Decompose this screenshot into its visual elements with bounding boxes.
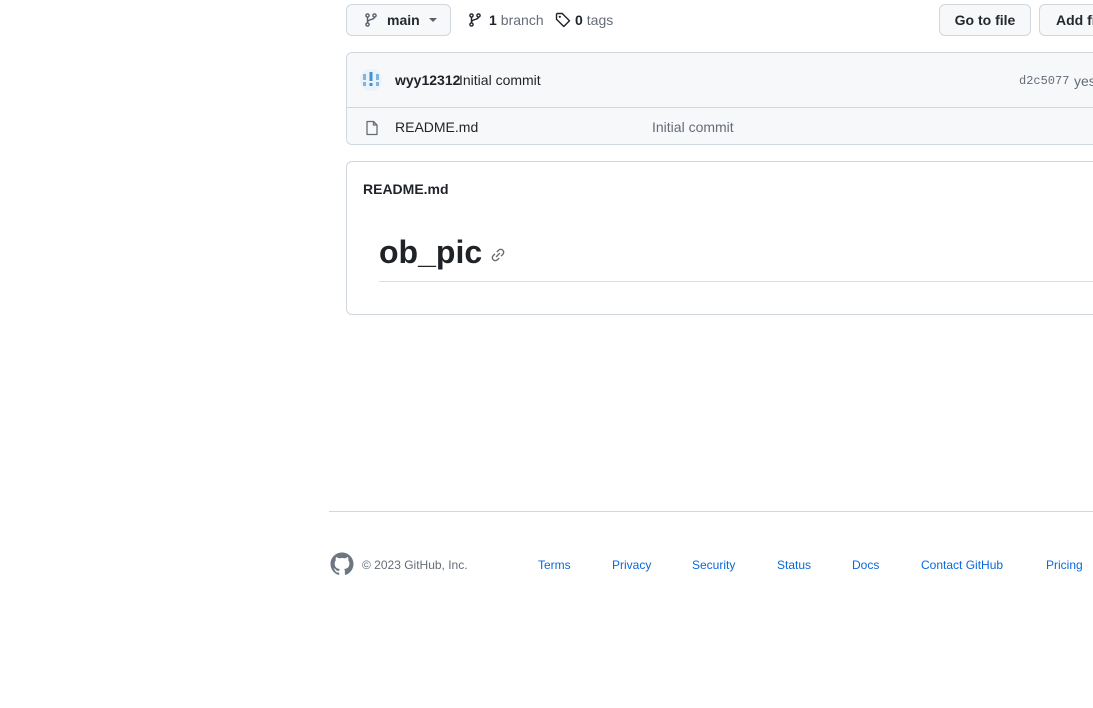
readme-title: ob_pic (379, 234, 483, 270)
branch-selector-button[interactable]: main (346, 4, 451, 36)
file-browser: wyy12312 Initial commit d2c5077 yesterda… (346, 52, 1093, 145)
tags-label: tags (586, 12, 614, 28)
footer-link-status[interactable]: Status (777, 558, 811, 572)
file-row: README.md Initial commit (347, 108, 1093, 144)
branch-icon (469, 13, 481, 27)
go-to-file-label: Go to file (954, 12, 1016, 28)
caret-down-icon (428, 18, 437, 22)
add-file-label: Add file (1056, 12, 1093, 28)
avatar[interactable] (360, 69, 382, 91)
branches-label: branch (500, 12, 544, 28)
footer-link-terms[interactable]: Terms (538, 558, 571, 572)
footer-link-docs[interactable]: Docs (852, 558, 879, 572)
tags-link[interactable]: 0 tags (555, 11, 613, 29)
footer-copyright: © 2023 GitHub, Inc. (362, 558, 468, 572)
footer-divider (329, 511, 1093, 512)
go-to-file-button[interactable]: Go to file (939, 4, 1031, 36)
file-commit-message[interactable]: Initial commit (652, 119, 734, 135)
readme-filename[interactable]: README.md (363, 181, 449, 197)
branches-count: 1 (489, 12, 497, 28)
github-logo-icon[interactable] (330, 552, 354, 576)
branch-selector-label: main (387, 12, 420, 28)
commit-time: yesterday (1074, 73, 1093, 89)
footer-link-privacy[interactable]: Privacy (612, 558, 651, 572)
file-icon (366, 120, 378, 136)
file-name[interactable]: README.md (395, 119, 478, 135)
commit-message[interactable]: Initial commit (459, 72, 541, 88)
readme-heading: ob_pic (379, 232, 506, 272)
footer-link-pricing[interactable]: Pricing (1046, 558, 1083, 572)
branch-icon (365, 13, 377, 27)
tag-icon (555, 12, 571, 28)
footer-link-contact[interactable]: Contact GitHub (921, 558, 1003, 572)
branches-link[interactable]: 1 branch (467, 11, 544, 29)
commit-author[interactable]: wyy12312 (395, 72, 460, 88)
readme-panel: README.md ob_pic (346, 161, 1093, 315)
tags-count: 0 (575, 12, 583, 28)
footer-link-security[interactable]: Security (692, 558, 735, 572)
link-icon[interactable] (490, 247, 506, 263)
heading-divider (379, 281, 1093, 282)
latest-commit-row: wyy12312 Initial commit d2c5077 yesterda… (347, 53, 1093, 108)
commit-sha[interactable]: d2c5077 (1019, 74, 1069, 88)
add-file-button[interactable]: Add file (1039, 4, 1093, 36)
avatar-icon (363, 72, 379, 86)
